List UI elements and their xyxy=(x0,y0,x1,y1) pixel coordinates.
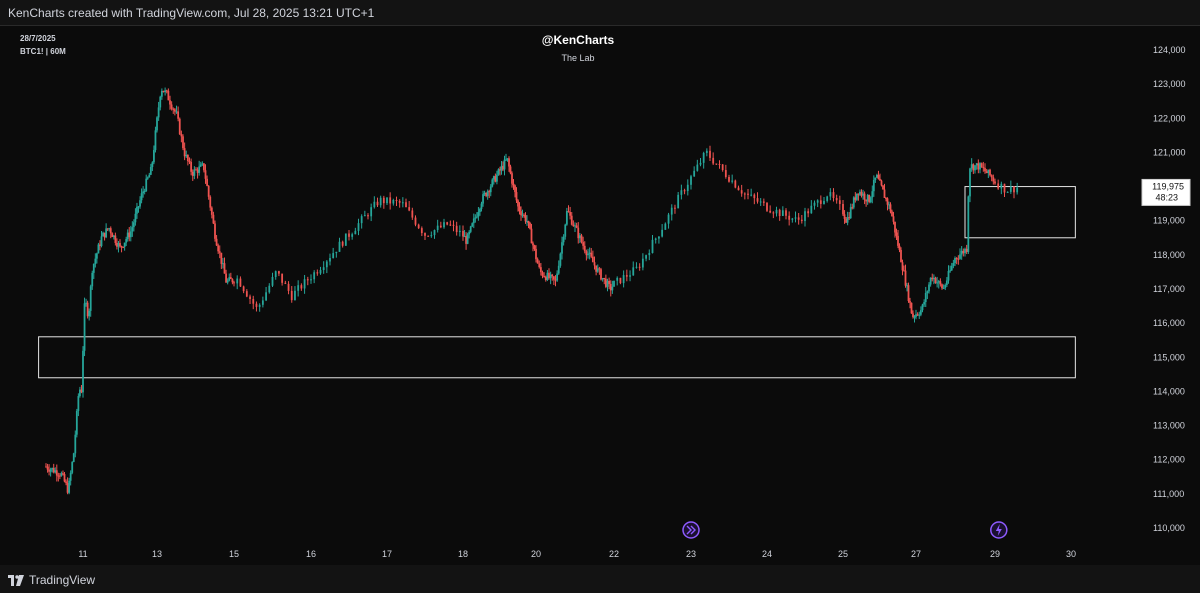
candle xyxy=(82,346,84,398)
header-credit-text: KenCharts created with TradingView.com, … xyxy=(8,6,375,20)
y-tick-label: 122,000 xyxy=(1153,113,1186,123)
candle xyxy=(907,282,910,303)
candle xyxy=(214,220,216,242)
y-tick-label: 112,000 xyxy=(1153,455,1185,465)
x-tick-label: 25 xyxy=(838,549,848,559)
footer: TradingView xyxy=(0,565,1200,593)
y-tick-label: 113,000 xyxy=(1153,421,1185,431)
y-tick-label: 114,000 xyxy=(1153,386,1185,396)
y-tick-label: 110,000 xyxy=(1153,523,1185,533)
chart-header: KenCharts created with TradingView.com, … xyxy=(0,0,1200,26)
x-tick-label: 18 xyxy=(458,549,468,559)
x-tick-label: 11 xyxy=(78,549,87,559)
x-tick-label: 15 xyxy=(229,549,239,559)
brand-label: TradingView xyxy=(29,573,96,587)
candle xyxy=(182,134,184,151)
candle xyxy=(980,162,983,168)
candle xyxy=(491,178,494,188)
candle xyxy=(580,233,583,244)
x-tick-label: 20 xyxy=(531,549,541,559)
countdown-timer: 48:23 xyxy=(1155,192,1178,202)
candle xyxy=(766,202,768,212)
x-tick-label: 23 xyxy=(686,549,696,559)
candle xyxy=(934,276,937,284)
lightning-icon[interactable] xyxy=(990,521,1008,539)
candle xyxy=(154,126,157,153)
y-tick-label: 123,000 xyxy=(1153,79,1186,89)
merge-arrows-icon[interactable] xyxy=(682,521,700,539)
x-tick-label: 24 xyxy=(762,549,772,559)
x-tick-label: 17 xyxy=(382,549,392,559)
candle xyxy=(178,117,181,136)
x-tick-label: 22 xyxy=(609,549,619,559)
candle xyxy=(613,280,615,287)
symbol-label: BTC1! | 60M xyxy=(20,47,66,56)
last-price-label: 119,975 48:23 xyxy=(1141,178,1191,206)
y-tick-label: 121,000 xyxy=(1153,147,1186,157)
candle xyxy=(83,297,86,357)
candle xyxy=(72,452,75,463)
time-axis[interactable] xyxy=(0,544,1200,565)
chart-date: 28/7/2025 xyxy=(20,34,56,43)
candle xyxy=(86,300,89,319)
candle xyxy=(852,196,855,210)
watermark-title: @KenCharts xyxy=(542,33,615,47)
candle xyxy=(344,233,347,246)
candle xyxy=(967,195,970,254)
tradingview-logo-icon xyxy=(8,574,24,586)
candle xyxy=(559,252,562,268)
tradingview-brand[interactable]: TradingView xyxy=(8,573,95,587)
y-tick-label: 117,000 xyxy=(1153,284,1185,294)
y-tick-label: 118,000 xyxy=(1153,250,1185,260)
y-tick-label: 111,000 xyxy=(1153,489,1184,499)
candle xyxy=(466,232,469,245)
candle xyxy=(910,302,913,314)
y-tick-label: 124,000 xyxy=(1153,45,1186,55)
candle xyxy=(734,179,737,189)
plot-area[interactable] xyxy=(0,26,1140,544)
x-tick-label: 13 xyxy=(152,549,162,559)
candle xyxy=(75,408,78,438)
y-axis-labels: 124,000123,000122,000121,000120,000119,0… xyxy=(1153,45,1186,533)
y-tick-label: 116,000 xyxy=(1153,318,1185,328)
y-tick-label: 115,000 xyxy=(1153,352,1185,362)
price-chart[interactable]: 124,000123,000122,000121,000120,000119,0… xyxy=(0,26,1200,565)
x-tick-label: 27 xyxy=(911,549,921,559)
y-tick-label: 119,000 xyxy=(1153,216,1185,226)
candle xyxy=(529,221,531,230)
x-tick-label: 16 xyxy=(306,549,316,559)
x-tick-label: 29 xyxy=(990,549,1000,559)
candle xyxy=(600,267,602,281)
last-price-value: 119,975 xyxy=(1152,181,1184,191)
candle xyxy=(156,116,158,133)
x-tick-label: 30 xyxy=(1066,549,1076,559)
candle xyxy=(71,461,74,475)
watermark-subtitle: The Lab xyxy=(561,53,594,63)
candle xyxy=(868,194,871,204)
candle xyxy=(882,185,884,190)
